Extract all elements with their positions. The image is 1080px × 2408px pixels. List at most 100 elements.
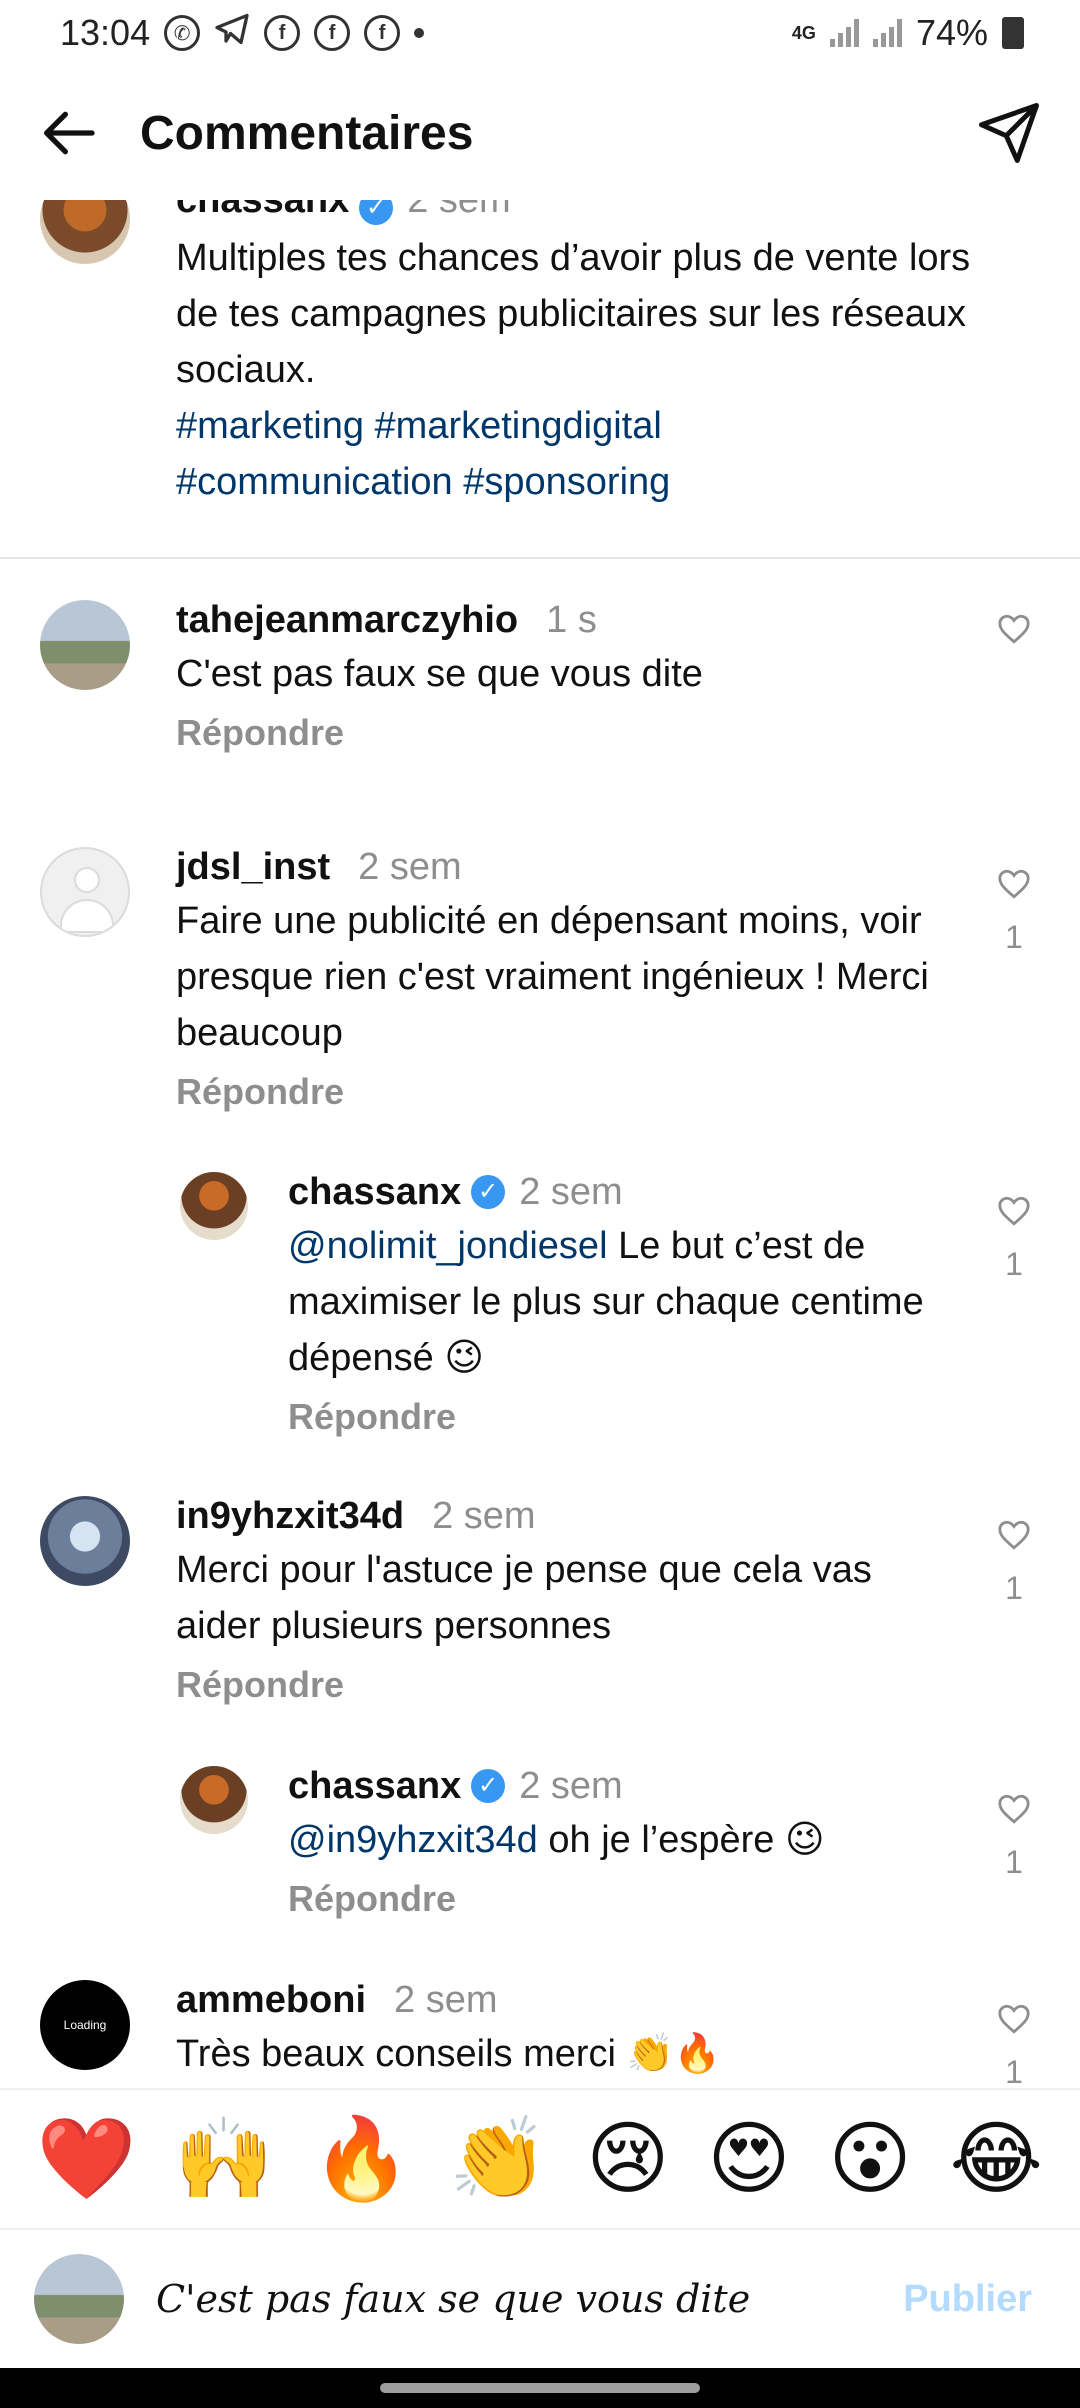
comment-body: tahejeanmarczyhio 1 s C'est pas faux se … [176, 594, 966, 754]
like-count: 1 [1005, 1246, 1023, 1282]
comment-body: chassanx ✓ 2 sem @nolimit_jondiesel Le b… [288, 1166, 968, 1438]
heart-icon [998, 1196, 1030, 1226]
system-nav-bar [0, 2368, 1080, 2408]
caption-username[interactable]: chassanx [176, 200, 349, 221]
comment-age: 1 s [546, 599, 597, 641]
app-header: Commentaires [0, 66, 1080, 200]
emoji-quick-bar: ❤️ 🙌 🔥 👏 😢 😍 😮 😂 [0, 2088, 1080, 2228]
caption-hashtags-line-2[interactable]: #communication #sponsoring [176, 454, 1000, 510]
like-button[interactable]: 1 [992, 2002, 1036, 2088]
emoji-fire-button[interactable]: 🔥 [312, 2119, 412, 2199]
like-button[interactable]: 1 [992, 867, 1036, 956]
comment-header: jdsl_inst 2 sem [176, 841, 976, 893]
verified-badge-icon: ✓ [359, 200, 394, 225]
comment-header: in9yhzxit34d 2 sem [176, 1490, 966, 1542]
facebook-icon-2: f [314, 15, 351, 51]
like-button[interactable]: 1 [992, 1792, 1036, 1881]
status-bar: 13:04 ✆ f f f 4G 74% [0, 0, 1080, 66]
post-caption: chassanx ✓ 2 sem Multiples tes chances d’a… [0, 200, 1080, 510]
reply-button[interactable]: Répondre [288, 1396, 968, 1438]
heart-icon [998, 1520, 1030, 1550]
signal-icon-2 [872, 19, 902, 47]
arrow-left-icon [44, 111, 95, 155]
comment-text: @nolimit_jondiesel Le but c’est de maxim… [288, 1218, 968, 1386]
avatar[interactable] [40, 847, 130, 937]
comment-header: chassanx ✓ 2 sem [288, 1166, 968, 1218]
avatar[interactable] [180, 1766, 248, 1834]
heart-icon [998, 1794, 1030, 1824]
like-button[interactable]: 1 [992, 1518, 1036, 1607]
comment-text: Très beaux conseils merci 👏🔥 [176, 2033, 722, 2075]
verified-badge-icon: ✓ [471, 1769, 506, 1803]
emoji-raising-hands-button[interactable]: 🙌 [174, 2119, 274, 2199]
comment-body: in9yhzxit34d 2 sem Merci pour l'astuce j… [176, 1490, 966, 1706]
comment-age: 2 sem [519, 1171, 623, 1213]
home-handle[interactable] [380, 2383, 700, 2393]
comment-input[interactable]: C'est pas faux se que vous dite [156, 2277, 903, 2321]
mention-link[interactable]: @nolimit_jondiesel [288, 1225, 608, 1267]
caption-header: chassanx ✓ 2 sem [176, 200, 1000, 226]
avatar[interactable] [180, 1172, 248, 1240]
heart-icon [998, 2004, 1030, 2034]
comment-age: 2 sem [358, 846, 462, 888]
comment-text: Merci pour l'astuce je pense que cela va… [176, 1549, 872, 1647]
like-button[interactable]: 1 [992, 1194, 1036, 1283]
default-avatar-head-icon [74, 867, 100, 893]
caption-hashtags-line-1[interactable]: #marketing #marketingdigital [176, 398, 1000, 454]
publish-button[interactable]: Publier [903, 2278, 1032, 2321]
reply-button[interactable]: Répondre [176, 712, 966, 754]
whatsapp-icon: ✆ [164, 15, 201, 51]
like-count: 1 [1005, 1570, 1023, 1606]
reply-button[interactable]: Répondre [176, 1071, 976, 1113]
battery-percent: 74% [915, 12, 988, 53]
telegram-icon [214, 11, 250, 56]
status-bar-left: 13:04 ✆ f f f [60, 11, 425, 56]
comment-username[interactable]: ammeboni [176, 1974, 366, 2026]
comment-input-bar: C'est pas faux se que vous dite Publier [0, 2228, 1080, 2368]
comment-text: Faire une publicité en dépensant moins, … [176, 900, 929, 1054]
emoji-heart-button[interactable]: ❤️ [37, 2119, 137, 2199]
verified-badge-icon: ✓ [471, 1175, 506, 1209]
comment-text-body: oh je l’espère 😉 [537, 1819, 825, 1861]
avatar-text: Loading [63, 2018, 107, 2032]
like-count: 1 [1005, 2054, 1023, 2088]
heart-icon [998, 614, 1030, 644]
like-count: 1 [1005, 919, 1023, 955]
comments-scroll-area[interactable]: chassanx ✓ 2 sem Multiples tes chances d’a… [0, 200, 1080, 2088]
comment-username[interactable]: tahejeanmarczyhio [176, 594, 518, 646]
facebook-icon-3: f [364, 15, 401, 51]
emoji-laughing-button[interactable]: 😂 [950, 2119, 1043, 2199]
comment-username[interactable]: chassanx [288, 1760, 461, 1812]
share-button[interactable] [974, 98, 1044, 168]
paper-plane-icon [979, 103, 1039, 163]
comment-header: chassanx ✓ 2 sem [288, 1760, 968, 1812]
comment-username[interactable]: in9yhzxit34d [176, 1490, 404, 1542]
avatar[interactable] [40, 1496, 130, 1586]
reply-button[interactable]: Répondre [288, 1878, 968, 1920]
comment-body: ammeboni 2 sem Très beaux conseils merci… [176, 1974, 966, 2082]
comment-username[interactable]: jdsl_inst [176, 841, 330, 893]
emoji-clap-button[interactable]: 👏 [449, 2119, 549, 2199]
avatar[interactable] [40, 600, 130, 690]
comment-header: tahejeanmarczyhio 1 s [176, 594, 966, 646]
signal-icon [829, 19, 859, 47]
comment-age: 2 sem [432, 1495, 536, 1537]
caption-text: Multiples tes chances d’avoir plus de ve… [176, 237, 971, 391]
avatar [34, 2254, 124, 2344]
comment-body: jdsl_inst 2 sem Faire une publicité en d… [176, 841, 976, 1113]
reply-button[interactable]: Répondre [176, 1664, 966, 1706]
mention-link[interactable]: @in9yhzxit34d [288, 1819, 538, 1861]
emoji-heart-eyes-button[interactable]: 😍 [707, 2119, 790, 2199]
network-type: 4G [791, 23, 816, 43]
comment-age: 2 sem [519, 1765, 623, 1807]
caption-age: 2 sem [407, 200, 511, 221]
comment-text: @in9yhzxit34d oh je l’espère 😉 [288, 1812, 968, 1868]
emoji-crying-button[interactable]: 😢 [586, 2119, 669, 2199]
avatar[interactable] [40, 200, 130, 264]
like-button[interactable] [992, 612, 1036, 646]
comment-username[interactable]: chassanx [288, 1166, 461, 1218]
emoji-surprised-button[interactable]: 😮 [828, 2119, 911, 2199]
avatar[interactable]: Loading [40, 1980, 130, 2070]
comment-body: chassanx ✓ 2 sem @in9yhzxit34d oh je l’e… [288, 1760, 968, 1920]
back-button[interactable] [36, 101, 100, 165]
